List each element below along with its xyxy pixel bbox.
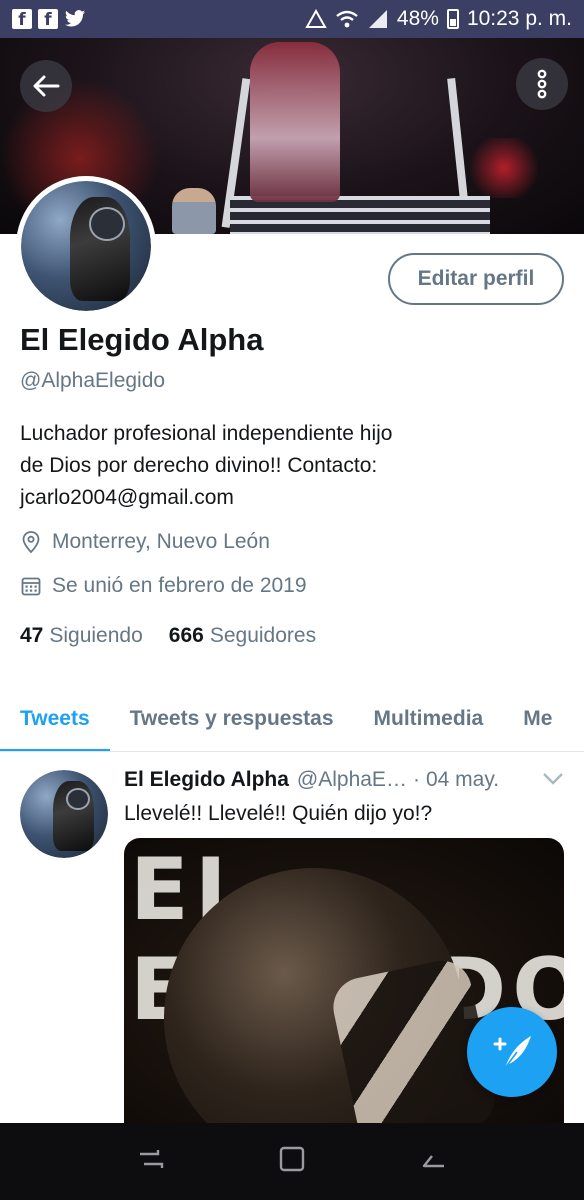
following-count: 47 (20, 624, 44, 647)
more-vertical-icon (537, 69, 547, 99)
battery-icon (446, 9, 459, 29)
tweet-header: El Elegido Alpha @AlphaE… · 04 may. (124, 768, 564, 792)
tweet-separator: · (412, 768, 420, 791)
join-date-text: Se unió en febrero de 2019 (52, 574, 307, 597)
twitter-icon (64, 10, 86, 27)
status-bar: f f 48% 10:23 p. m. (0, 0, 584, 38)
tab-likes[interactable]: Me (503, 686, 572, 751)
tweet-author-handle: @AlphaE… (296, 768, 407, 791)
edit-profile-button[interactable]: Editar perfil (388, 253, 564, 305)
facebook-icon: f (38, 9, 58, 30)
signal-icon (368, 10, 387, 28)
profile-tabs: Tweets Tweets y respuestas Multimedia Me (0, 686, 584, 752)
compose-feather-icon (493, 1036, 531, 1069)
compose-tweet-button[interactable] (467, 1007, 557, 1097)
tweet-author-avatar[interactable] (20, 770, 108, 858)
system-navigation-bar (0, 1123, 584, 1200)
followers-label: Seguidores (209, 624, 317, 647)
profile-bio: Luchador profesional independiente hijo … (20, 418, 520, 514)
profile-avatar[interactable] (16, 176, 156, 316)
tab-media[interactable]: Multimedia (354, 686, 504, 751)
tweet-date: 04 may. (425, 768, 500, 791)
recycle-icon (305, 9, 327, 28)
followers-link[interactable]: 666 Seguidores (169, 624, 316, 648)
clock: 10:23 p. m. (466, 7, 572, 30)
bio-email-link[interactable]: jcarlo2004@gmail.com (20, 482, 520, 514)
facebook-icon: f (12, 9, 32, 30)
calendar-icon (20, 574, 42, 598)
battery-percent: 48% (396, 7, 439, 30)
followers-count: 666 (168, 624, 204, 647)
tweet-text: Llevelé!! Llevelé!! Quién dijo yo!? (124, 802, 433, 825)
tab-tweets[interactable]: Tweets (0, 686, 110, 751)
bio-line: Luchador profesional independiente hijo (20, 422, 393, 445)
bio-line: de Dios por derecho divino!! Contacto: (20, 454, 378, 477)
back-button[interactable] (20, 60, 72, 112)
chevron-down-icon[interactable] (542, 768, 564, 792)
profile-handle: @AlphaElegido (20, 369, 166, 392)
profile-location: Monterrey, Nuevo León (20, 530, 270, 554)
follow-stats: 47 Siguiendo 666 Seguidores (20, 624, 316, 648)
profile-name: El Elegido Alpha (20, 322, 264, 357)
tab-tweets-replies[interactable]: Tweets y respuestas (110, 686, 354, 751)
recent-apps-icon[interactable] (136, 1144, 166, 1179)
location-pin-icon (20, 530, 42, 554)
tweet-author-name[interactable]: El Elegido Alpha (124, 768, 289, 792)
more-options-button[interactable] (516, 58, 568, 110)
wifi-icon (336, 10, 358, 28)
profile-join-date: Se unió en febrero de 2019 (20, 574, 307, 598)
location-text: Monterrey, Nuevo León (52, 530, 270, 553)
following-link[interactable]: 47 Siguiendo (20, 624, 143, 648)
following-label: Siguiendo (49, 624, 143, 647)
system-back-icon[interactable] (418, 1144, 448, 1179)
arrow-left-icon (33, 75, 60, 97)
home-icon[interactable] (277, 1144, 307, 1179)
